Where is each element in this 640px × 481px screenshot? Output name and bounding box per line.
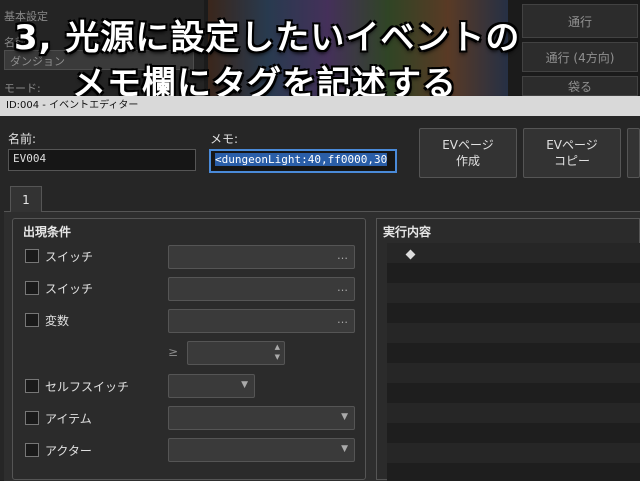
- condition-actor-dropdown[interactable]: ▼: [168, 438, 355, 462]
- condition-variable-selector[interactable]: …: [168, 309, 355, 333]
- ev-page-copy-line1: EVページ: [546, 138, 598, 152]
- execution-content-panel: 実行内容: [376, 218, 640, 481]
- condition-switch1-label: スイッチ: [45, 249, 94, 264]
- condition-variable-label: 変数: [45, 313, 70, 328]
- condition-switch2-row[interactable]: スイッチ: [25, 277, 93, 299]
- condition-switch2-checkbox[interactable]: [25, 281, 39, 295]
- caption-line-1: 3, 光源に設定したいイベントの: [14, 18, 521, 58]
- command-marker-icon: [405, 249, 416, 260]
- actor-chevron-down-icon: ▼: [341, 444, 348, 454]
- name-field[interactable]: EV004: [8, 149, 196, 171]
- ev-page-copy-line2: コピー: [553, 154, 590, 168]
- window-titlebar: ID:004 - イベントエディター: [0, 96, 640, 116]
- condition-selfswitch-row[interactable]: セルフスイッチ: [25, 375, 129, 397]
- condition-actor-row[interactable]: アクター: [25, 439, 92, 461]
- condition-selfswitch-dropdown[interactable]: ▼: [168, 374, 255, 398]
- condition-selfswitch-checkbox[interactable]: [25, 379, 39, 393]
- ev-page-create-line2: 作成: [455, 154, 480, 168]
- condition-variable-row[interactable]: 変数: [25, 309, 69, 331]
- condition-switch2-dots-icon: …: [337, 281, 348, 294]
- condition-selfswitch-label: セルフスイッチ: [45, 379, 130, 394]
- condition-switch1-checkbox[interactable]: [25, 249, 39, 263]
- ev-page-create-line1: EVページ: [442, 138, 494, 152]
- spin-down-icon[interactable]: ▼: [275, 353, 280, 361]
- command-list[interactable]: [387, 243, 640, 481]
- condition-actor-checkbox[interactable]: [25, 443, 39, 457]
- condition-item-row[interactable]: アイテム: [25, 407, 92, 429]
- ev-page-create-button[interactable]: EVページ 作成: [419, 128, 517, 178]
- spin-up-icon[interactable]: ▲: [275, 343, 280, 351]
- condition-switch1-dots-icon: …: [337, 249, 348, 262]
- conditions-title: 出現条件: [23, 225, 72, 239]
- conditions-group: 出現条件 スイッチ … スイッチ … 変数 … ≥ ▲ ▼ セルフスイッチ ▼ …: [12, 218, 366, 480]
- condition-switch1-selector[interactable]: …: [168, 245, 355, 269]
- condition-variable-dots-icon: …: [337, 313, 348, 326]
- item-chevron-down-icon: ▼: [341, 412, 348, 422]
- memo-field[interactable]: <dungeonLight:40,ff0000,30: [209, 149, 397, 173]
- condition-item-checkbox[interactable]: [25, 411, 39, 425]
- condition-actor-label: アクター: [45, 443, 92, 458]
- condition-switch2-selector[interactable]: …: [168, 277, 355, 301]
- condition-switch1-row[interactable]: スイッチ: [25, 245, 93, 267]
- condition-variable-value-spinner[interactable]: ▲ ▼: [187, 341, 285, 365]
- ge-symbol: ≥: [168, 345, 179, 359]
- event-editor-dialog: 名前: EV004 メモ: <dungeonLight:40,ff0000,30…: [0, 116, 640, 481]
- page-tab-1[interactable]: 1: [10, 186, 42, 212]
- memo-label: メモ:: [210, 132, 239, 146]
- selfswitch-chevron-down-icon: ▼: [241, 380, 248, 390]
- condition-item-dropdown[interactable]: ▼: [168, 406, 355, 430]
- condition-variable-checkbox[interactable]: [25, 313, 39, 327]
- ev-page-copy-button[interactable]: EVページ コピー: [523, 128, 621, 178]
- memo-selected-text: <dungeonLight:40,ff0000,30: [215, 153, 388, 166]
- condition-item-label: アイテム: [45, 411, 92, 426]
- ev-page-next-button[interactable]: [627, 128, 640, 178]
- name-label: 名前:: [8, 132, 37, 146]
- execution-content-title: 実行内容: [383, 225, 432, 239]
- condition-switch2-label: スイッチ: [45, 281, 94, 296]
